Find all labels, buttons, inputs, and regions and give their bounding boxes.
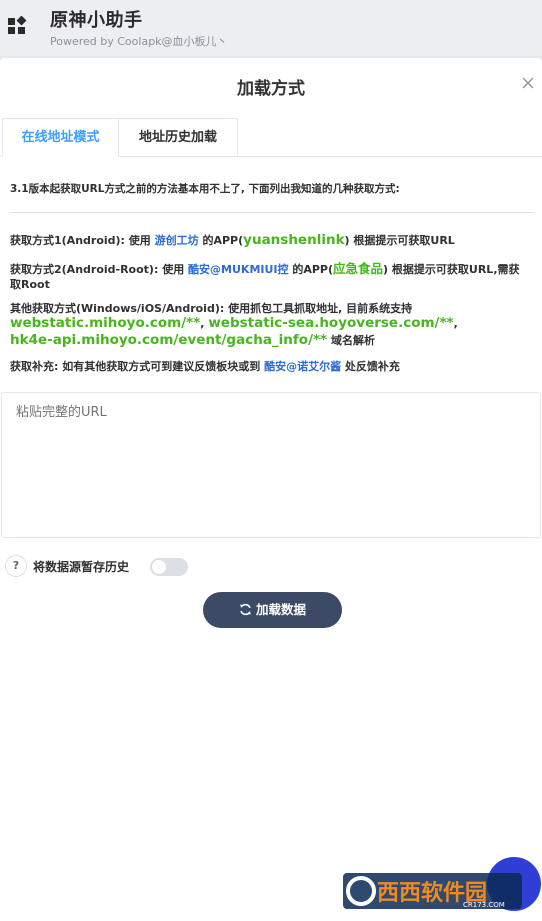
supplement-line: 获取补充: 如有其他获取方式可到建议反馈板块或到 酷安@诺艾尔酱 处反馈补充 [10, 359, 400, 374]
method-2-line: 获取方式2(Android-Root): 使用 酷安@MUKMIUI控 的APP… [10, 261, 534, 277]
method-2-prefix: 获取方式2(Android-Root): 使用 [10, 263, 185, 276]
supplement-prefix: 获取补充: 如有其他获取方式可到建议反馈板块或到 [10, 360, 261, 373]
cr173-watermark-logo: 西西软件园 CR173.COM [343, 873, 522, 909]
other-methods-prefix: 其他获取方式(Windows/iOS/Android): 使用抓包工具抓取地址,… [10, 302, 413, 315]
dialog-title: 加载方式 [237, 79, 305, 99]
refresh-icon [240, 603, 251, 616]
save-history-toggle[interactable] [150, 558, 188, 576]
widgets-icon[interactable] [7, 16, 27, 36]
notice-text: 3.1版本起获取URL方式之前的方法基本用不上了, 下面列出我知道的几种获取方式… [10, 183, 400, 195]
app-title: 原神小助手 [50, 10, 143, 31]
save-history-label: 将数据源暂存历史 [33, 560, 130, 574]
divider [10, 212, 534, 213]
load-data-button[interactable]: 加载数据 [203, 592, 342, 628]
other-domains-line1: webstatic.mihoyo.com/**, webstatic-sea.h… [10, 316, 458, 331]
help-icon[interactable]: ? [5, 555, 27, 577]
domain-separator: , [200, 317, 205, 330]
tab-online-url[interactable]: 在线地址模式 [2, 118, 119, 157]
load-mode-dialog: 加载方式 在线地址模式 地址历史加载 3.1版本起获取URL方式之前的方法基本用… [0, 58, 542, 921]
domain-webstatic-sea: webstatic-sea.hoyoverse.com/** [208, 315, 454, 331]
watermark-sub: CR173.COM [463, 901, 505, 909]
method-1-line: 获取方式1(Android): 使用 游创工坊 的APP(yuanshenlin… [10, 233, 455, 248]
mode-tabs: 在线地址模式 地址历史加载 [0, 118, 542, 157]
method-1-suffix: ) 根据提示可获取URL [344, 234, 455, 247]
supplement-author-link[interactable]: 酷安@诺艾尔酱 [264, 360, 341, 373]
method-2-app: 应急食品 [333, 261, 384, 276]
domain-suffix: 域名解析 [330, 334, 375, 347]
method-1-mid: 的APP( [202, 234, 244, 247]
close-icon[interactable] [519, 74, 537, 92]
app-subtitle: Powered by Coolapk@血小板儿丶 [50, 35, 228, 48]
domain-separator-2: , [453, 317, 458, 330]
method-1-author-link[interactable]: 游创工坊 [155, 234, 199, 247]
load-data-label: 加载数据 [255, 602, 306, 617]
other-domains-line2: hk4e-api.mihoyo.com/event/gacha_info/** … [10, 333, 375, 348]
supplement-suffix: 处反馈补充 [344, 360, 400, 373]
method-2-author-link[interactable]: 酷安@MUKMIUI控 [188, 263, 288, 276]
url-input[interactable] [1, 392, 541, 538]
toggle-knob [152, 560, 166, 574]
method-2-mid: 的APP( [292, 263, 334, 276]
domain-hk4e-api: hk4e-api.mihoyo.com/event/gacha_info/** [10, 332, 328, 348]
domain-webstatic: webstatic.mihoyo.com/** [10, 315, 201, 331]
method-2-suffix-line2: 取Root [10, 278, 50, 291]
method-1-app: yuanshenlink [243, 232, 345, 248]
app-header: 原神小助手 Powered by Coolapk@血小板儿丶 [0, 0, 542, 56]
method-1-prefix: 获取方式1(Android): 使用 [10, 234, 151, 247]
tab-url-history[interactable]: 地址历史加载 [119, 118, 238, 156]
method-2-suffix: ) 根据提示可获取URL,需获 [383, 263, 520, 276]
